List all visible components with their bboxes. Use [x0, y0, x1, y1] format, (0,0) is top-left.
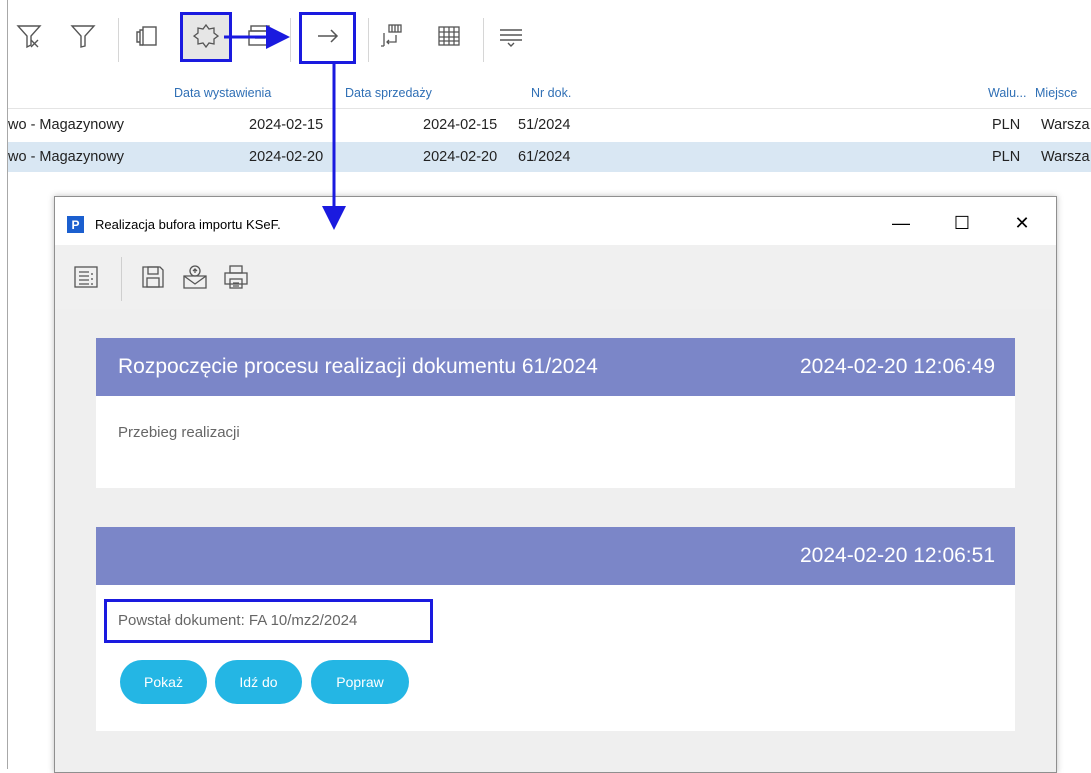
toolbar-separator	[483, 18, 484, 62]
maximize-button[interactable]: ☐	[939, 207, 985, 239]
card-datetime: 2024-02-20 12:06:51	[800, 544, 995, 567]
card-heading: Rozpoczęcie procesu realizacji dokumentu…	[118, 355, 598, 378]
cell-data-sprzedazy: 2024-02-20	[423, 149, 498, 165]
button-row: Pokaż Idź do Popraw	[96, 660, 1015, 704]
fix-button[interactable]: Popraw	[311, 660, 409, 704]
dialog-toolbar	[55, 245, 1056, 309]
export-icon[interactable]	[376, 16, 406, 56]
filter-icon[interactable]	[68, 16, 98, 56]
minimize-button[interactable]: —	[878, 207, 924, 239]
show-button[interactable]: Pokaż	[120, 660, 207, 704]
app-logo: P	[67, 216, 84, 233]
process-card: Rozpoczęcie procesu realizacji dokumentu…	[96, 338, 1015, 488]
cell-data-wystawienia: 2024-02-15	[249, 117, 324, 133]
goto-button[interactable]: Idź do	[215, 660, 302, 704]
grid-header: Data wystawienia Data sprzedaży Nr dok. …	[8, 80, 1091, 109]
toolbar-separator	[290, 18, 291, 62]
dialog-title: Realizacja bufora importu KSeF.	[95, 217, 281, 232]
cell-miejsce: Warsza	[1041, 117, 1090, 133]
column-header-miejsce[interactable]: Miejsce	[1035, 86, 1077, 100]
card-body-text: Przebieg realizacji	[118, 424, 240, 441]
dialog-body: Rozpoczęcie procesu realizacji dokumentu…	[55, 309, 1056, 772]
mail-icon[interactable]	[180, 261, 210, 293]
card-body: Powstał dokument: FA 10/mz2/2024 Pokaż I…	[96, 585, 1015, 731]
cell-waluta: PLN	[992, 117, 1021, 133]
card-datetime: 2024-02-20 12:06:49	[800, 355, 995, 378]
main-toolbar	[8, 0, 1091, 76]
column-header-data-wystawienia[interactable]: Data wystawienia	[174, 86, 271, 100]
cell-data-wystawienia: 2024-02-20	[249, 149, 324, 165]
cell-type: wo - Magazynowy	[8, 117, 125, 133]
cell-type: wo - Magazynowy	[8, 149, 125, 165]
print-icon[interactable]	[221, 261, 251, 293]
toolbar-separator	[121, 257, 122, 301]
grid-icon[interactable]	[434, 16, 464, 56]
cell-data-sprzedazy: 2024-02-15	[423, 117, 498, 133]
cell-waluta: PLN	[992, 149, 1021, 165]
badge-icon[interactable]	[191, 16, 221, 56]
card-header: 2024-02-20 12:06:51	[96, 527, 1015, 585]
arrow-right-icon[interactable]	[313, 16, 343, 56]
column-header-waluta[interactable]: Walu...	[988, 86, 1026, 100]
table-row[interactable]: wo - Magazynowy 2024-02-15 2024-02-15 51…	[8, 110, 1091, 140]
save-icon[interactable]	[138, 261, 168, 293]
printer-tray-icon[interactable]	[245, 16, 275, 56]
close-button[interactable]: ✕	[999, 207, 1045, 239]
column-header-data-sprzedazy[interactable]: Data sprzedaży	[345, 86, 432, 100]
list-icon[interactable]	[71, 261, 101, 293]
realizacja-dialog: P Realizacja bufora importu KSeF. — ☐ ✕ …	[54, 196, 1057, 773]
cell-nr-dok: 51/2024	[518, 117, 571, 133]
cell-nr-dok: 61/2024	[518, 149, 571, 165]
result-text: Powstał dokument: FA 10/mz2/2024	[118, 612, 358, 629]
column-header-nr-dok[interactable]: Nr dok.	[531, 86, 571, 100]
table-row[interactable]: wo - Magazynowy 2024-02-20 2024-02-20 61…	[8, 142, 1091, 172]
toolbar-separator	[368, 18, 369, 62]
copy-icon[interactable]	[132, 16, 162, 56]
cell-miejsce: Warsza	[1041, 149, 1090, 165]
result-card: 2024-02-20 12:06:51 Powstał dokument: FA…	[96, 527, 1015, 731]
toolbar-separator	[118, 18, 119, 62]
card-body: Przebieg realizacji	[96, 396, 1015, 488]
collapse-icon[interactable]	[496, 16, 526, 56]
card-header: Rozpoczęcie procesu realizacji dokumentu…	[96, 338, 1015, 396]
filter-clear-icon[interactable]	[14, 16, 44, 56]
dialog-titlebar[interactable]: P Realizacja bufora importu KSeF. — ☐ ✕	[55, 197, 1056, 245]
